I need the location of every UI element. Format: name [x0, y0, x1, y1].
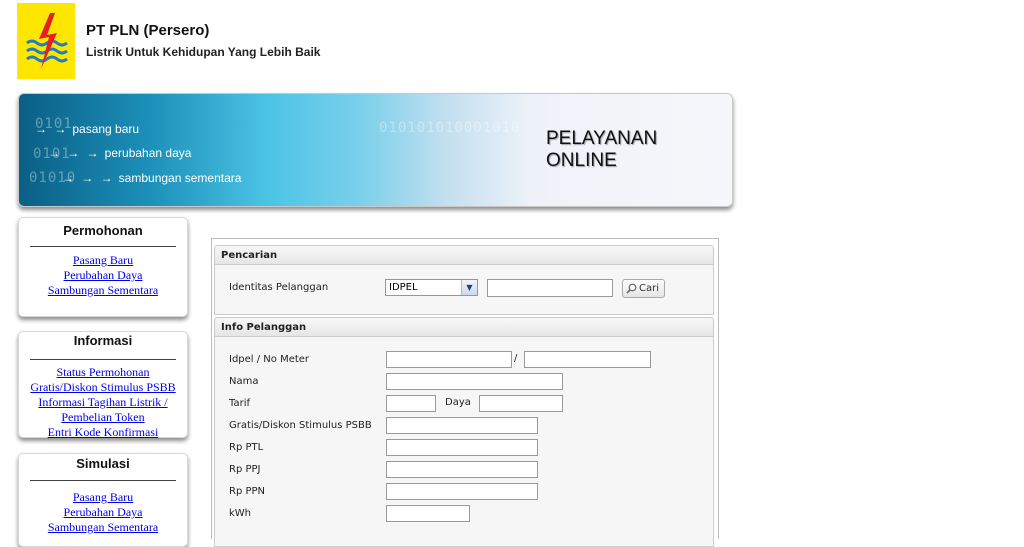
banner-title-line1: PELAYANAN — [546, 128, 658, 149]
menu-link-informasi-tagihan[interactable]: Informasi Tagihan Listrik / — [19, 395, 187, 410]
menu-link-gratis-diskon[interactable]: Gratis/Diskon Stimulus PSBB — [19, 380, 187, 395]
menu-title: Permohonan — [63, 223, 143, 238]
idpel-separator: / — [514, 353, 518, 364]
menu-divider — [30, 480, 176, 481]
rp-ptl-label: Rp PTL — [229, 442, 264, 453]
kwh-field[interactable] — [386, 505, 470, 522]
rp-ppn-label: Rp PPN — [229, 486, 266, 497]
daya-label: Daya — [445, 397, 471, 408]
menu-title: Simulasi — [76, 456, 130, 471]
nama-field[interactable] — [386, 373, 563, 390]
main-panel: Pencarian Identitas Pelanggan IDPEL ▼ Ca… — [211, 238, 719, 547]
nama-label: Nama — [229, 376, 259, 387]
gratis-diskon-label: Gratis/Diskon Stimulus PSBB — [229, 420, 372, 431]
banner-title-line2: ONLINE — [546, 150, 617, 171]
identitas-input[interactable] — [487, 279, 613, 297]
menu-link-pasang-baru[interactable]: Pasang Baru — [19, 253, 187, 268]
gratis-diskon-field[interactable] — [386, 417, 538, 434]
search-icon — [626, 283, 637, 294]
tarif-label: Tarif — [229, 398, 250, 409]
pencarian-heading: Pencarian — [214, 245, 714, 265]
kwh-label: kWh — [229, 508, 252, 519]
menu-divider — [30, 359, 176, 360]
chevron-down-icon[interactable]: ▼ — [461, 280, 477, 295]
banner-title: PELAYANAN ONLINE — [546, 128, 657, 172]
sim-link-perubahan-daya[interactable]: Perubahan Daya — [19, 505, 187, 520]
company-name: PT PLN (Persero) — [86, 22, 210, 39]
menu-title: Informasi — [73, 333, 133, 348]
daya-field[interactable] — [479, 395, 563, 412]
company-slogan: Listrik Untuk Kehidupan Yang Lebih Baik — [86, 45, 321, 59]
cari-label: Cari — [639, 283, 659, 294]
rp-ppj-field[interactable] — [386, 461, 538, 478]
banner-link-sambungan-sementara[interactable]: → → → sambungan sementara — [62, 171, 241, 185]
idpel-field[interactable] — [386, 351, 512, 368]
menu-link-sambungan-sementara[interactable]: Sambungan Sementara — [19, 283, 187, 298]
meter-field[interactable] — [524, 351, 651, 368]
banner-link-pasang-baru[interactable]: → → pasang baru — [35, 122, 139, 136]
select-value: IDPEL — [389, 282, 418, 293]
rp-ppj-label: Rp PPJ — [229, 464, 261, 475]
menu-link-entri-kode[interactable]: Entri Kode Konfirmasi — [19, 425, 187, 440]
service-banner: 0101 010101010001010 0101 01010 → → pasan… — [18, 93, 733, 207]
menu-link-status-permohonan[interactable]: Status Permohonan — [19, 365, 187, 380]
rp-ptl-field[interactable] — [386, 439, 538, 456]
sim-link-sambungan-sementara[interactable]: Sambungan Sementara — [19, 520, 187, 535]
idpel-label: Idpel / No Meter — [229, 354, 310, 365]
pln-logo-icon — [17, 3, 75, 79]
tarif-field[interactable] — [386, 395, 436, 412]
sim-link-pasang-baru[interactable]: Pasang Baru — [19, 490, 187, 505]
menu-link-pembelian-token[interactable]: Pembelian Token — [19, 410, 187, 425]
menu-divider — [30, 246, 176, 247]
menu-link-perubahan-daya[interactable]: Perubahan Daya — [19, 268, 187, 283]
menu-permohonan: Permohonan Pasang Baru Perubahan Daya Sa… — [18, 217, 188, 317]
info-pelanggan-heading: Info Pelanggan — [214, 317, 714, 337]
menu-simulasi: Simulasi Pasang Baru Perubahan Daya Samb… — [18, 453, 188, 547]
rp-ppn-field[interactable] — [386, 483, 538, 500]
menu-informasi: Informasi Status Permohonan Gratis/Disko… — [18, 331, 188, 440]
identitas-type-select[interactable]: IDPEL ▼ — [385, 279, 478, 296]
cari-button[interactable]: Cari — [622, 279, 665, 298]
binary-decoration: 010101010001010 — [379, 120, 521, 136]
pln-logo — [17, 3, 75, 79]
banner-link-perubahan-daya[interactable]: → → → perubahan daya — [48, 146, 191, 160]
identitas-label: Identitas Pelanggan — [229, 282, 329, 293]
